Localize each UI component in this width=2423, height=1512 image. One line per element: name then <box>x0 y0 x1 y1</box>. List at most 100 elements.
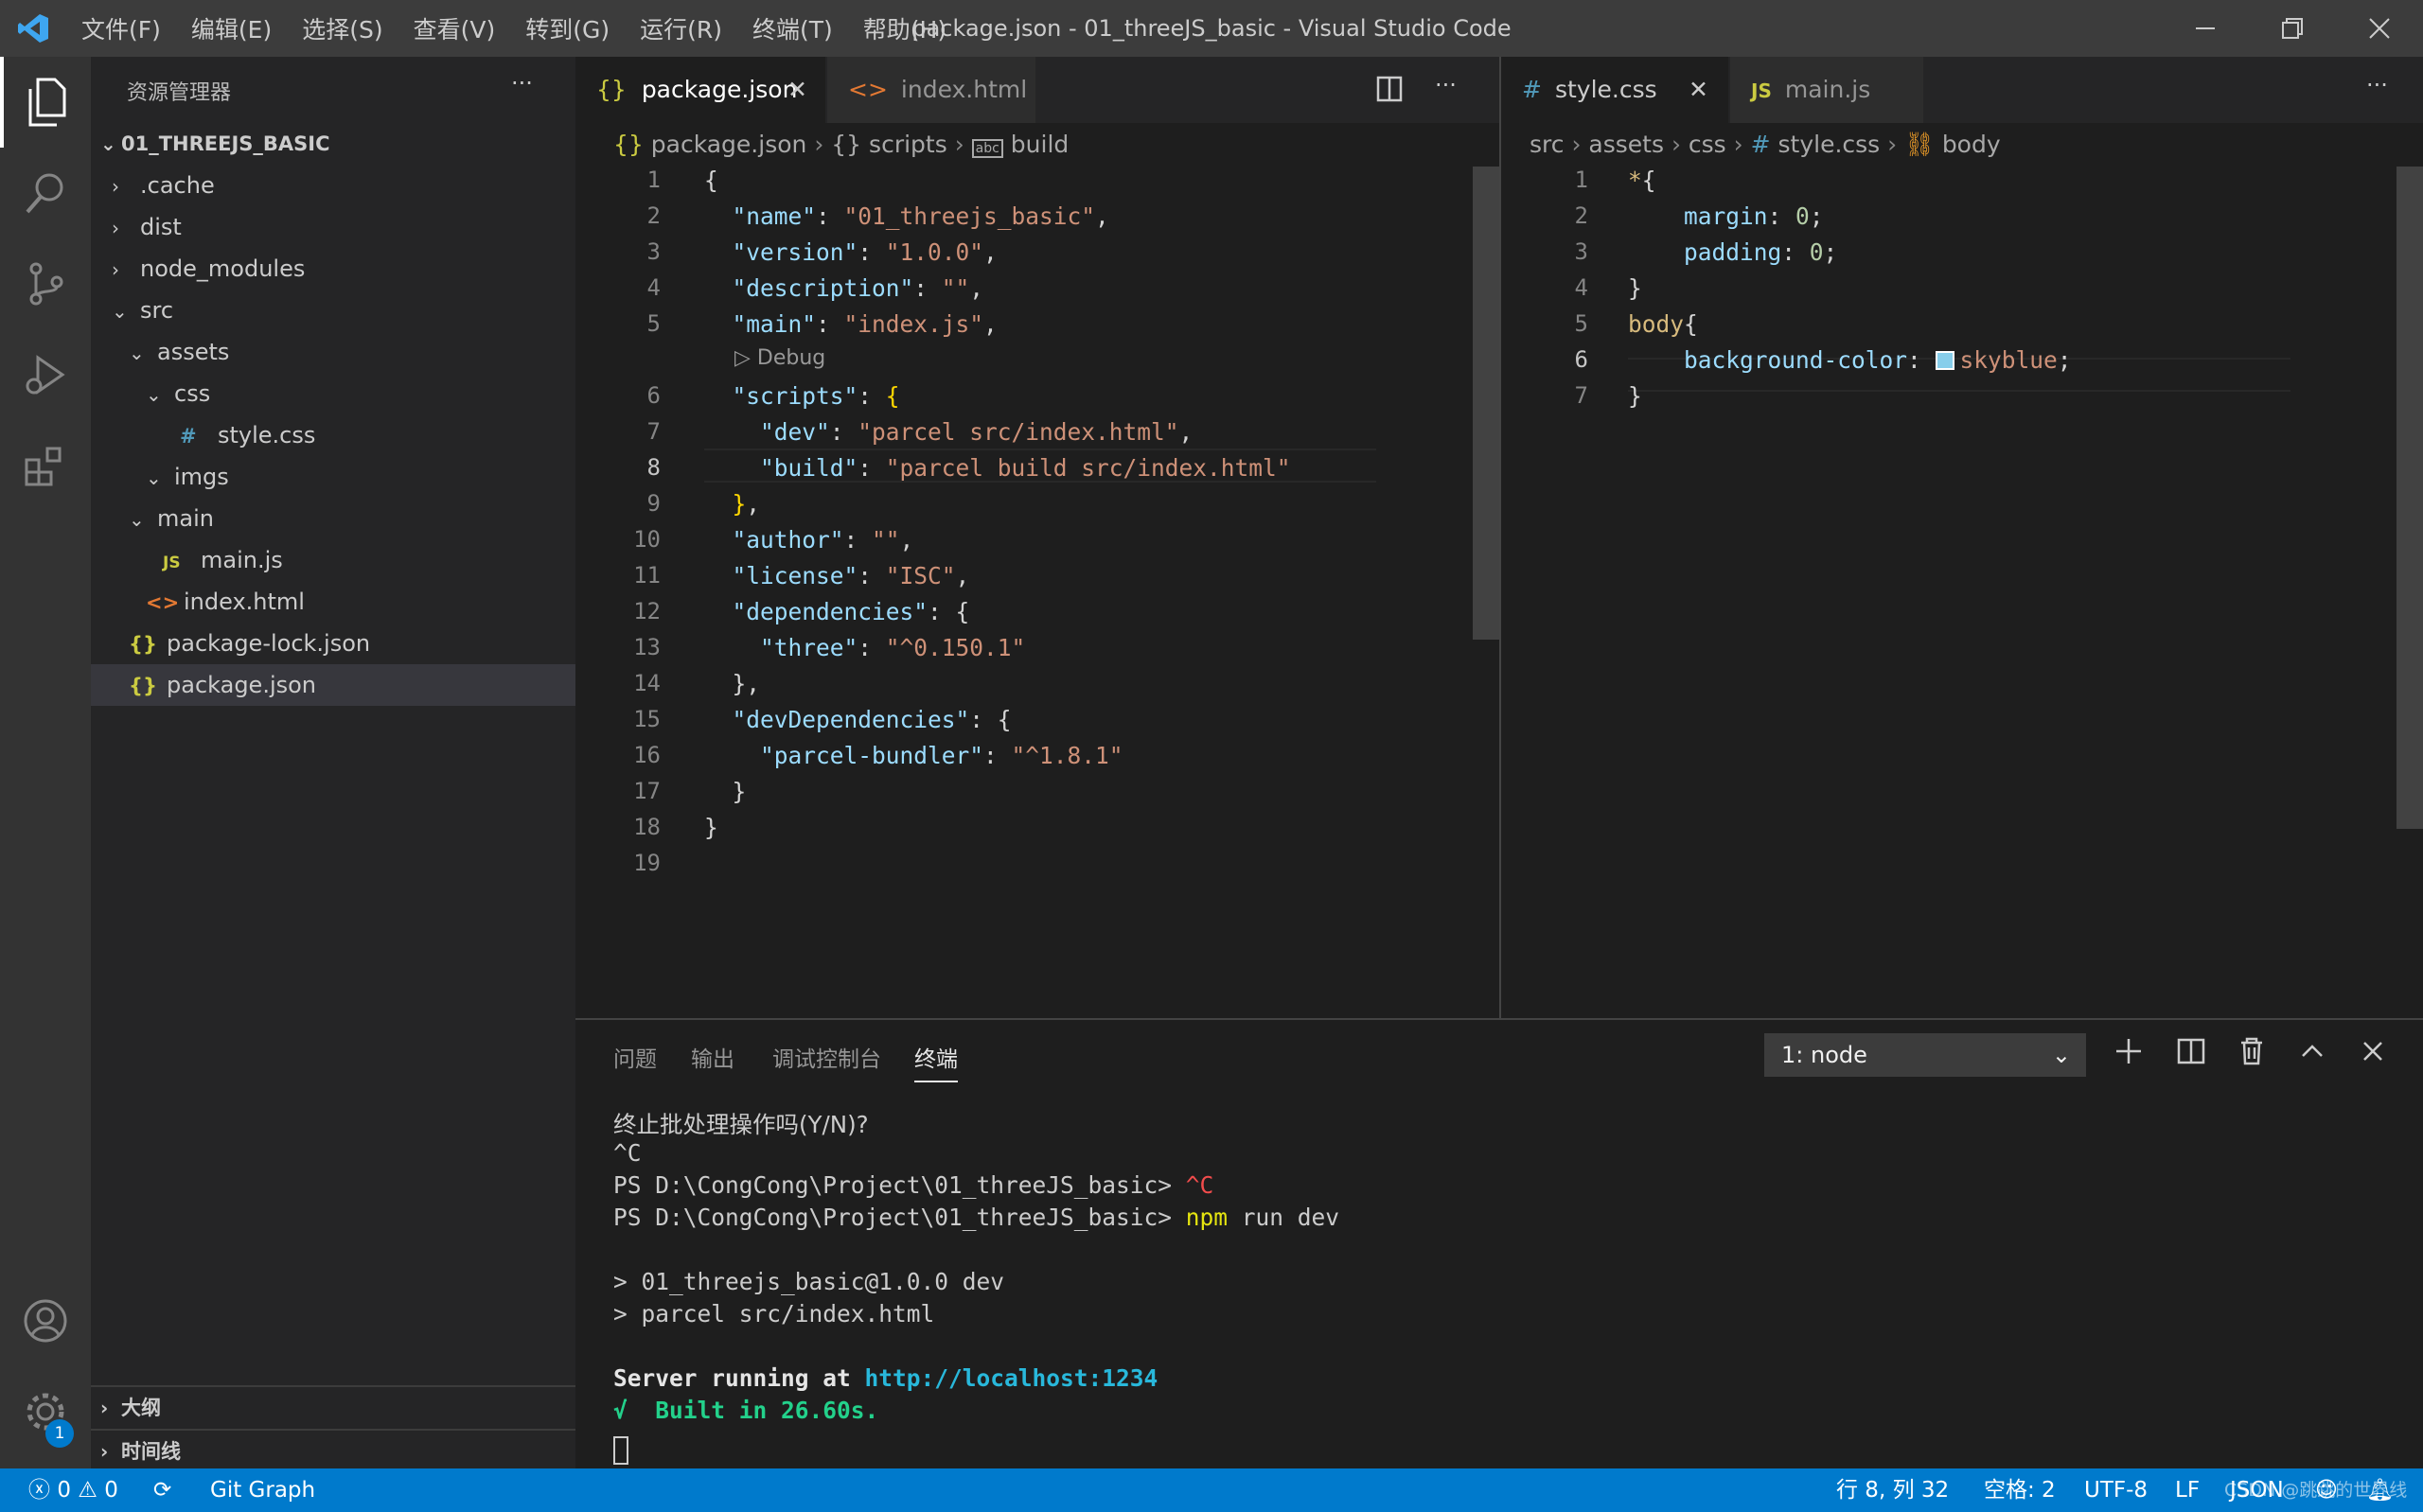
tree-item-label: src <box>140 297 174 324</box>
account-icon[interactable] <box>0 1275 91 1366</box>
crumb-assets[interactable]: assets <box>1588 131 1664 158</box>
tab-package-json[interactable]: {} package.json ✕ <box>575 57 825 123</box>
scrollbar-thumb[interactable] <box>2396 167 2423 829</box>
indentation[interactable]: 空格: 2 <box>1984 1468 2056 1512</box>
encoding[interactable]: UTF-8 <box>2084 1468 2148 1512</box>
extensions-icon[interactable] <box>0 420 91 511</box>
menu-edit[interactable]: 编辑(E) <box>191 11 272 45</box>
html-file-icon: <> <box>848 76 888 103</box>
chevron-down-icon: ⌄ <box>146 466 162 489</box>
tab-terminal[interactable]: 终端 <box>914 1041 958 1082</box>
status-bar: ⓧ 0 ⚠ 0 ⟳ Git Graph 行 8, 列 32 空格: 2 UTF-… <box>0 1468 2423 1512</box>
tree-item-style-css[interactable]: # style.css <box>91 414 575 456</box>
html-file-icon: <> <box>146 591 180 614</box>
problems-status[interactable]: ⓧ 0 ⚠ 0 <box>28 1468 118 1512</box>
tree-item-package-json[interactable]: {} package.json <box>91 664 575 706</box>
live-share-icon[interactable]: ⟳ <box>153 1468 171 1512</box>
editor1-code[interactable]: 1{ 2 "name": "01_threejs_basic", 3 "vers… <box>575 167 1499 1018</box>
crumb-file[interactable]: style.css <box>1778 131 1881 158</box>
tree-item-src[interactable]: ⌄ src <box>91 290 575 331</box>
chevron-right-icon: › <box>112 175 119 198</box>
menu-help[interactable]: 帮助(H) <box>863 11 946 45</box>
chevron-down-icon: ⌄ <box>2051 1042 2071 1068</box>
end-of-line[interactable]: LF <box>2175 1468 2200 1512</box>
json-file-icon: {} <box>613 131 644 158</box>
debug-codelens[interactable]: ▷ Debug <box>734 346 825 370</box>
terminal-line: > parcel src/index.html <box>613 1300 935 1327</box>
split-editor-icon[interactable] <box>1376 76 1403 106</box>
tab-main-js[interactable]: JS main.js <box>1730 57 1923 123</box>
minimize-button[interactable] <box>2162 0 2249 57</box>
crumb-src[interactable]: src <box>1530 131 1565 158</box>
restore-button[interactable] <box>2249 0 2336 57</box>
terminal-select[interactable]: 1: node ⌄ <box>1764 1033 2086 1077</box>
crumb-scripts[interactable]: scripts <box>869 131 947 158</box>
tree-item-label: .cache <box>140 172 215 199</box>
codelens-label: Debug <box>756 346 826 370</box>
menu-go[interactable]: 转到(G) <box>525 11 610 45</box>
tree-item-node-modules[interactable]: › node_modules <box>91 248 575 290</box>
crumb-css[interactable]: css <box>1689 131 1726 158</box>
tree-item--cache[interactable]: › .cache <box>91 165 575 206</box>
trash-icon[interactable] <box>2237 1037 2266 1069</box>
crumb-body[interactable]: body <box>1942 131 2001 158</box>
notification-badge: 1 <box>45 1419 74 1448</box>
source-control-icon[interactable] <box>0 238 91 329</box>
tab-index-html[interactable]: <> index.html <box>827 57 1035 123</box>
crumb-build[interactable]: build <box>1011 131 1069 158</box>
menu-view[interactable]: 查看(V) <box>414 11 496 45</box>
close-tab-icon[interactable]: ✕ <box>787 57 807 123</box>
maximize-panel-icon[interactable] <box>2298 1037 2326 1069</box>
explorer-icon[interactable] <box>0 57 91 148</box>
tree-item-label: assets <box>157 339 230 365</box>
bottom-panel: 问题 输出 调试控制台 终端 1: node ⌄ 终止批处理操作吗(Y/N)? ^… <box>575 1018 2423 1468</box>
tab-style-css[interactable]: # style.css ✕ <box>1501 57 1728 123</box>
crumb-file[interactable]: package.json <box>651 131 807 158</box>
tree-item-index-html[interactable]: <> index.html <box>91 581 575 623</box>
menu-run[interactable]: 运行(R) <box>640 11 722 45</box>
editor2-code[interactable]: 1 *{ 2 margin: 0; 3 padding: 0; 4} 5 body{… <box>1501 167 2423 1018</box>
cursor-position[interactable]: 行 8, 列 32 <box>1836 1468 1949 1512</box>
tab-label: style.css <box>1554 76 1657 103</box>
outline-section[interactable]: › 大纲 <box>91 1387 575 1429</box>
tree-item-package-lock-json[interactable]: {} package-lock.json <box>91 623 575 664</box>
tree-item-dist[interactable]: › dist <box>91 206 575 248</box>
close-panel-icon[interactable] <box>2359 1037 2387 1069</box>
more-actions-icon[interactable]: ··· <box>2366 72 2388 98</box>
tree-item-label: node_modules <box>140 255 306 282</box>
tab-debug-console[interactable]: 调试控制台 <box>772 1041 881 1073</box>
search-icon[interactable] <box>0 148 91 238</box>
close-tab-icon[interactable]: ✕ <box>1689 57 1708 123</box>
scrollbar-thumb[interactable] <box>1473 167 1499 640</box>
menu-selection[interactable]: 选择(S) <box>302 11 382 45</box>
tab-output[interactable]: 输出 <box>691 1041 734 1073</box>
selector-icon: ⛓ <box>1904 131 1935 158</box>
server-url[interactable]: http://localhost:1234 <box>865 1364 1158 1392</box>
settings-gear-icon[interactable] <box>0 1366 91 1457</box>
tree-item-css[interactable]: ⌄ css <box>91 373 575 414</box>
more-actions-icon[interactable]: ··· <box>1435 72 1457 98</box>
project-root[interactable]: ⌄ 01_THREEJS_BASIC <box>91 123 575 165</box>
menu-terminal[interactable]: 终端(T) <box>752 11 833 45</box>
more-actions-icon[interactable]: ··· <box>511 70 533 97</box>
run-debug-icon[interactable] <box>0 329 91 420</box>
git-graph-button[interactable]: Git Graph <box>210 1468 315 1512</box>
close-window-button[interactable] <box>2336 0 2423 57</box>
tree-item-imgs[interactable]: ⌄ imgs <box>91 456 575 498</box>
chevron-down-icon: ⌄ <box>100 132 116 155</box>
object-icon: {} <box>831 131 862 158</box>
tree-item-assets[interactable]: ⌄ assets <box>91 331 575 373</box>
tree-item-main[interactable]: ⌄ main <box>91 498 575 539</box>
timeline-section[interactable]: › 时间线 <box>91 1429 575 1470</box>
tab-problems[interactable]: 问题 <box>613 1041 657 1073</box>
prompt: PS D:\CongCong\Project\01_threeJS_basic> <box>613 1204 1186 1231</box>
tree-item-main-js[interactable]: JS main.js <box>91 539 575 581</box>
new-terminal-icon[interactable] <box>2114 1037 2143 1069</box>
terminal-line: PS D:\CongCong\Project\01_threeJS_basic>… <box>613 1204 1339 1231</box>
terminal-select-value: 1: node <box>1781 1042 1867 1068</box>
js-file-icon: JS <box>1751 79 1772 102</box>
color-swatch[interactable] <box>1935 351 1954 370</box>
chevron-right-icon: › <box>100 1397 109 1419</box>
split-terminal-icon[interactable] <box>2177 1037 2205 1069</box>
menu-file[interactable]: 文件(F) <box>81 11 161 45</box>
